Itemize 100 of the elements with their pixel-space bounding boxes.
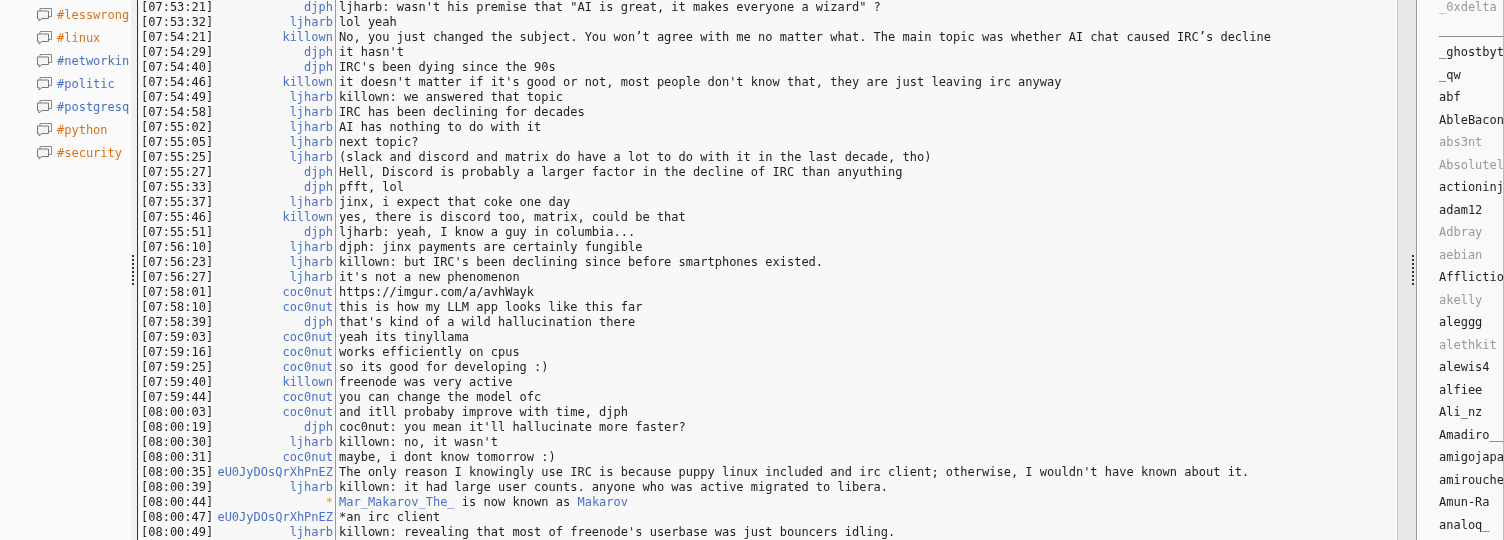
user-name[interactable]: actioninj: [1417, 176, 1503, 199]
timestamp: [07:55:37]: [140, 195, 215, 210]
channel-name[interactable]: #politic: [57, 76, 115, 91]
timestamp: [07:54:40]: [140, 60, 215, 75]
message-text: lol yeah: [338, 15, 397, 30]
message-text: it hasn't: [338, 45, 405, 60]
message-text: The only reason I knowingly use IRC is because puppy linux included and irc client; otherwise, I wouldn't have known about it.: [338, 465, 1250, 480]
nick: coc0nut: [282, 285, 333, 299]
timestamp: [08:00:35]: [140, 465, 215, 480]
nick: djph: [304, 225, 333, 239]
timestamp: [07:54:21]: [140, 30, 215, 45]
message-text: pfft, lol: [338, 180, 405, 195]
message-text: freenode was very active: [338, 375, 513, 390]
timestamp: [07:59:03]: [140, 330, 215, 345]
nick: ljharb: [289, 15, 333, 29]
timestamp: [07:53:32]: [140, 15, 215, 30]
user-name[interactable]: alfiee: [1417, 378, 1503, 401]
timestamp: [08:00:44]: [140, 495, 215, 510]
user-name[interactable]: adam12: [1417, 198, 1503, 221]
new-nick: Makarov: [577, 495, 628, 509]
user-name[interactable]: AbleBacon: [1417, 108, 1503, 131]
timestamp: [07:55:05]: [140, 135, 215, 150]
message-text: this is how my LLM app looks like this far: [338, 300, 643, 315]
timestamp: [08:00:19]: [140, 420, 215, 435]
timestamp: [07:54:49]: [140, 90, 215, 105]
timestamp: [08:00:03]: [140, 405, 215, 420]
timestamp: [07:54:29]: [140, 45, 215, 60]
timestamp: [07:56:10]: [140, 240, 215, 255]
timestamp: [07:58:39]: [140, 315, 215, 330]
nick: coc0nut: [282, 405, 333, 419]
timestamp: [07:54:58]: [140, 105, 215, 120]
timestamp: [07:59:25]: [140, 360, 215, 375]
message-text: ljharb: yeah, I know a guy in columbia...: [338, 225, 636, 240]
nick: ljharb: [289, 525, 333, 539]
user-name[interactable]: aleggg: [1417, 311, 1503, 334]
user-name[interactable]: abf: [1417, 86, 1503, 109]
user-name[interactable]: Amun-Ra: [1417, 491, 1503, 514]
nick: ljharb: [289, 120, 333, 134]
timestamp: [08:00:47]: [140, 510, 215, 525]
message-text: yes, there is discord too, matrix, could be that: [338, 210, 686, 225]
user-name[interactable]: _ghostbyt: [1417, 41, 1503, 64]
message-text: ljharb: wasn't his premise that "AI is great, it makes everyone a wizard" ?: [338, 0, 881, 15]
chat-bubble-icon: [36, 7, 53, 22]
nick: eU0JyDOsQrXhPnEZ: [217, 510, 333, 524]
message-text: it's not a new phenomenon: [338, 270, 520, 285]
user-name[interactable]: amirouche: [1417, 468, 1503, 491]
nick: ljharb: [289, 270, 333, 284]
user-name[interactable]: Ali_nz: [1417, 401, 1503, 424]
chat-bubble-icon: [36, 76, 53, 91]
timestamp: [08:00:30]: [140, 435, 215, 450]
message-text: (slack and discord and matrix do have a lot to do with it in the last decade, tho): [338, 150, 932, 165]
timestamp: [08:00:39]: [140, 480, 215, 495]
message-text: coc0nut: you mean it'll hallucinate more faster?: [338, 420, 686, 435]
nick: ljharb: [289, 90, 333, 104]
timestamp: [07:55:27]: [140, 165, 215, 180]
nick: coc0nut: [282, 345, 333, 359]
nick: coc0nut: [282, 330, 333, 344]
nick: djph: [304, 45, 333, 59]
channel-name[interactable]: #networkin: [57, 53, 130, 68]
user-name[interactable]: alewis4: [1417, 356, 1503, 379]
timestamp: [07:58:01]: [140, 285, 215, 300]
nick: killown: [282, 30, 333, 44]
message-text: No, you just changed the subject. You won’t agree with me no matter what. The main topic was whether AI chat caused IRC’s decline: [338, 30, 1271, 45]
nick: djph: [304, 315, 333, 329]
user-name[interactable]: Afflictio: [1417, 266, 1503, 289]
message-text: IRC has been declining for decades: [338, 105, 585, 120]
nick: ljharb: [289, 135, 333, 149]
timestamp: [07:54:46]: [140, 75, 215, 90]
nick: coc0nut: [282, 450, 333, 464]
nick: ljharb: [289, 150, 333, 164]
message-text: that's kind of a wild hallucination there: [338, 315, 636, 330]
message-text: next topic?: [338, 135, 419, 150]
timestamp: [07:53:21]: [140, 0, 215, 15]
chat-bubble-icon: [36, 53, 53, 68]
nick: coc0nut: [282, 300, 333, 314]
user-name[interactable]: analoq_: [1417, 513, 1503, 536]
message-text: djph: jinx payments are certainly fungible: [338, 240, 643, 255]
chat-bubble-icon: [36, 122, 53, 137]
channel-name[interactable]: #postgresq: [57, 99, 130, 114]
message-text: you can change the model ofc: [338, 390, 542, 405]
timestamp: [07:55:25]: [140, 150, 215, 165]
timestamp: [08:00:49]: [140, 525, 215, 540]
nick: killown: [282, 75, 333, 89]
message-text: Hell, Discord is probably a larger factor in the decline of IRC than anyuthing: [338, 165, 903, 180]
timestamp: [07:59:44]: [140, 390, 215, 405]
nick: djph: [304, 180, 333, 194]
timestamp: [07:59:40]: [140, 375, 215, 390]
user-name[interactable]: _qw: [1417, 63, 1503, 86]
message-text: AI has nothing to do with it: [338, 120, 542, 135]
nick: djph: [304, 420, 333, 434]
event-text: is now known as: [461, 495, 571, 509]
timestamp: [08:00:31]: [140, 450, 215, 465]
nick: killown: [282, 210, 333, 224]
message-text: killown: but IRC's been declining since before smartphones existed.: [338, 255, 824, 270]
nick: ljharb: [289, 195, 333, 209]
timestamp: [07:55:46]: [140, 210, 215, 225]
message-text: maybe, i dont know tomorrow :): [338, 450, 556, 465]
user-name[interactable]: amigojapa: [1417, 446, 1503, 469]
nick: djph: [304, 0, 333, 14]
timestamp: [07:55:02]: [140, 120, 215, 135]
